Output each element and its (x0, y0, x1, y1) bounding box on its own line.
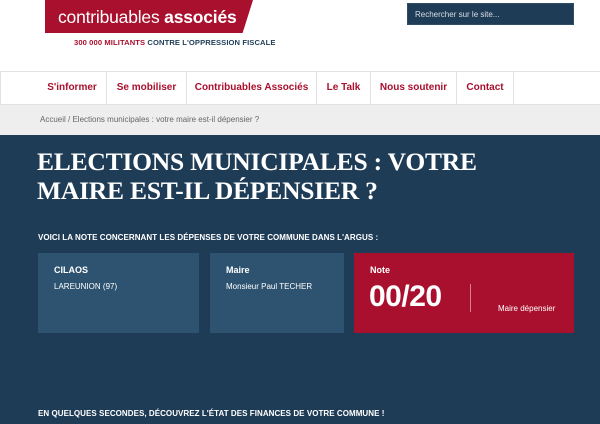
breadcrumb: Accueil / Elections municipales : votre … (40, 105, 259, 135)
note-score: 00/20 (369, 280, 442, 313)
nav-separator (0, 72, 1, 105)
note-card: Note 00/20 Maire dépensier (354, 253, 574, 333)
outro-text: EN QUELQUES SECONDES, DÉCOUVREZ L'ÉTAT D… (38, 409, 385, 418)
site-header: contribuables associés 300 000 MILITANTS… (0, 0, 600, 72)
logo-text-bold: associés (164, 7, 237, 27)
logo-text-light: contribuables (58, 7, 165, 27)
note-label: Note (370, 265, 390, 275)
nav-item-se-mobiliser[interactable]: Se mobiliser (107, 72, 186, 105)
main-nav: S'informer Se mobiliser Contribuables As… (0, 71, 600, 105)
breadcrumb-current: Elections municipales : votre maire est-… (72, 115, 260, 124)
intro-text: VOICI LA NOTE CONCERNANT LES DÉPENSES DE… (38, 233, 379, 242)
maire-card: Maire Monsieur Paul TECHER (210, 253, 344, 333)
site-logo[interactable]: contribuables associés (58, 6, 237, 28)
breadcrumb-home-link[interactable]: Accueil (40, 115, 66, 124)
breadcrumb-bar: Accueil / Elections municipales : votre … (0, 105, 600, 135)
nav-item-sinformer[interactable]: S'informer (38, 72, 106, 105)
logo-tagline: 300 000 MILITANTS CONTRE L'OPPRESSION FI… (74, 38, 276, 47)
tagline-highlight: 300 000 MILITANTS (74, 38, 146, 47)
maire-label: Maire (226, 265, 250, 275)
search-box (407, 3, 574, 25)
commune-region: LAREUNION (97) (54, 282, 118, 291)
nav-item-contact[interactable]: Contact (457, 72, 513, 105)
search-input[interactable] (408, 4, 573, 25)
commune-name: CILAOS (54, 265, 89, 275)
tagline-rest: CONTRE L'OPPRESSION FISCALE (145, 38, 276, 47)
nav-separator (513, 72, 514, 105)
note-divider (470, 284, 471, 312)
commune-card: CILAOS LAREUNION (97) (38, 253, 199, 333)
page-title: Elections municipales : votre maire est-… (37, 147, 477, 205)
nav-item-contribuables-associes[interactable]: Contribuables Associés (187, 72, 316, 105)
main-content: Elections municipales : votre maire est-… (0, 135, 600, 424)
maire-name: Monsieur Paul TECHER (226, 282, 313, 291)
nav-item-nous-soutenir[interactable]: Nous soutenir (371, 72, 456, 105)
note-verdict: Maire dépensier (498, 304, 556, 313)
nav-item-le-talk[interactable]: Le Talk (317, 72, 370, 105)
